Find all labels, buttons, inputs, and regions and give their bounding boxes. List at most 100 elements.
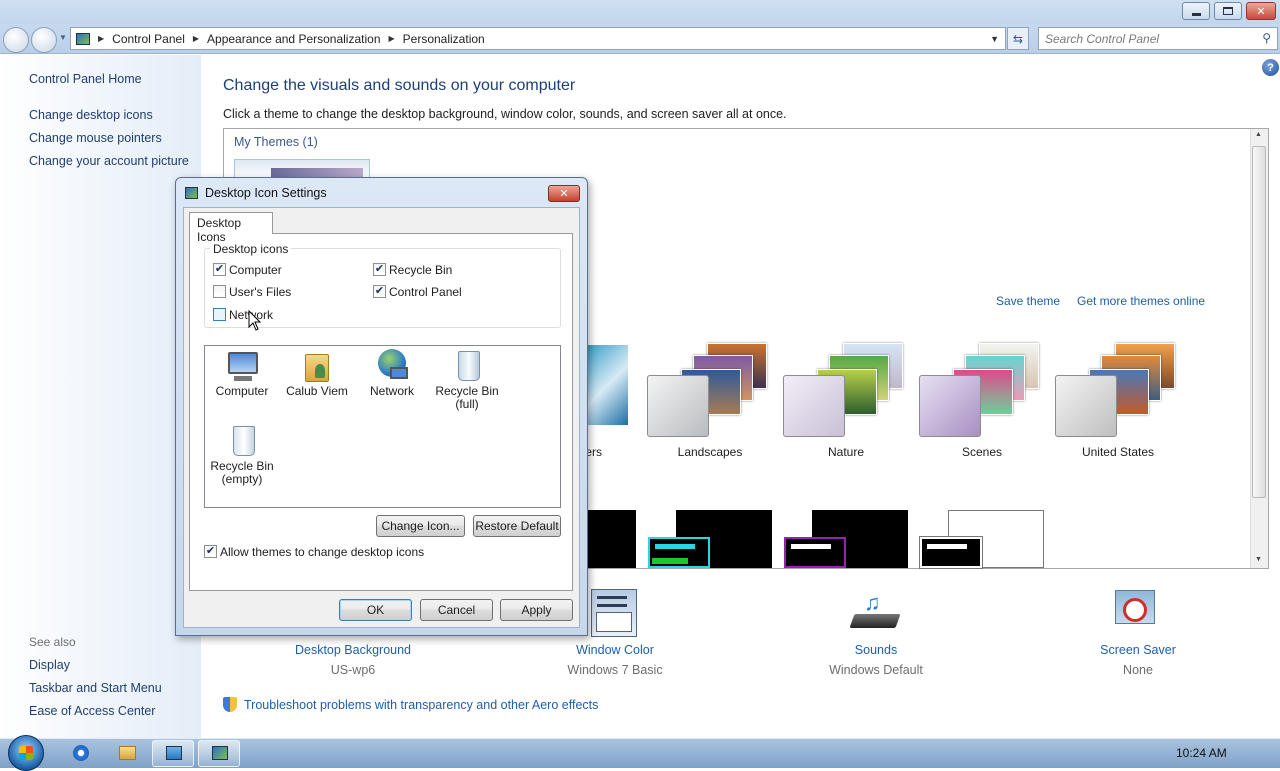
screen-saver-link[interactable]: Screen Saver	[1058, 643, 1218, 657]
users-files-checkbox[interactable]	[213, 285, 226, 298]
forward-button[interactable]	[31, 27, 57, 53]
hc-bar-icon	[791, 544, 831, 549]
my-themes-heading: My Themes (1)	[234, 135, 318, 149]
window-color-icon[interactable]	[591, 589, 637, 637]
restore-default-button[interactable]: Restore Default	[473, 515, 561, 537]
back-button[interactable]	[3, 27, 29, 53]
desktop-icons-group-label: Desktop icons	[210, 242, 292, 256]
change-icon-button[interactable]: Change Icon...	[376, 515, 465, 537]
computer-icon	[228, 352, 258, 374]
screen-saver-value: None	[1123, 663, 1153, 677]
recycle-bin-checkbox-label[interactable]: Recycle Bin	[389, 263, 452, 277]
minimize-button[interactable]	[1182, 2, 1210, 20]
address-bar[interactable]: ▶ Control Panel ▶ Appearance and Persona…	[70, 27, 1006, 50]
recycle-bin-full-icon	[458, 351, 480, 381]
address-dropdown-icon[interactable]: ▼	[990, 34, 999, 44]
breadcrumb-arrow-icon[interactable]: ▶	[98, 34, 104, 43]
breadcrumb-arrow-icon[interactable]: ▶	[389, 34, 395, 43]
theme-tile-nature[interactable]	[781, 343, 906, 439]
control-panel-home-link[interactable]: Control Panel Home	[29, 72, 142, 86]
computer-checkbox[interactable]: ✔	[213, 263, 226, 276]
network-icon-item[interactable]	[376, 349, 410, 383]
help-icon[interactable]: ?	[1262, 59, 1279, 76]
change-desktop-icons-link[interactable]: Change desktop icons	[29, 108, 153, 122]
icon-label-computer[interactable]: Computer	[202, 385, 282, 398]
shield-icon	[223, 697, 237, 712]
icon-label-network[interactable]: Network	[352, 385, 432, 398]
close-icon: ✕	[559, 188, 569, 200]
user-files-icon-item[interactable]	[301, 350, 335, 384]
recycle-bin-empty-icon-item[interactable]	[231, 424, 257, 458]
search-input[interactable]: Search Control Panel ⚲	[1038, 27, 1278, 50]
apply-button[interactable]: Apply	[500, 599, 573, 621]
theme-thumbnail	[588, 345, 628, 425]
theme-tile-scenes[interactable]	[917, 343, 1042, 439]
control-panel-checkbox[interactable]: ✔	[373, 285, 386, 298]
close-button[interactable]: ✕	[1246, 2, 1276, 20]
users-files-checkbox-label[interactable]: User's Files	[229, 285, 291, 299]
icon-label-user-files[interactable]: Calub Viem	[277, 385, 357, 398]
high-contrast-theme-1[interactable]	[588, 510, 636, 568]
internet-explorer-icon	[73, 745, 89, 761]
scenes-front-icon	[919, 375, 981, 437]
theme-tile-partial[interactable]	[588, 345, 630, 425]
breadcrumb-control-panel[interactable]: Control Panel	[112, 32, 185, 46]
screen-saver-icon[interactable]	[1113, 588, 1159, 634]
start-button[interactable]	[8, 735, 44, 771]
icon-label-recycle-bin-full[interactable]: Recycle Bin (full)	[427, 385, 507, 411]
sounds-link[interactable]: Sounds	[796, 643, 956, 657]
display-link[interactable]: Display	[29, 658, 70, 672]
computer-checkbox-label[interactable]: Computer	[229, 263, 282, 277]
taskbar-ie-button[interactable]	[60, 740, 102, 767]
close-icon: ✕	[1256, 5, 1266, 18]
breadcrumb-appearance[interactable]: Appearance and Personalization	[207, 32, 380, 46]
high-contrast-window-icon	[648, 537, 710, 568]
allow-themes-checkbox[interactable]: ✔	[204, 545, 217, 558]
taskbar-explorer-button[interactable]	[106, 740, 148, 767]
taskbar-control-panel-button[interactable]	[198, 740, 240, 767]
theme-tile-landscapes[interactable]	[645, 343, 770, 439]
theme-caption-nature: Nature	[827, 445, 865, 459]
breadcrumb-arrow-icon[interactable]: ▶	[193, 34, 199, 43]
change-account-picture-link[interactable]: Change your account picture	[29, 154, 189, 168]
taskbar-clock[interactable]: 10:24 AM	[1176, 746, 1227, 760]
allow-themes-label[interactable]: Allow themes to change desktop icons	[220, 545, 424, 559]
window-color-pane-icon	[596, 612, 632, 632]
scroll-up-icon[interactable]: ▲	[1255, 131, 1262, 138]
theme-tile-united-states[interactable]	[1053, 343, 1178, 439]
change-mouse-pointers-link[interactable]: Change mouse pointers	[29, 131, 162, 145]
window-color-link[interactable]: Window Color	[535, 643, 695, 657]
hc-bar-icon	[652, 558, 688, 564]
monitor-icon	[390, 367, 408, 379]
landscape-front-icon	[647, 375, 709, 437]
icon-label-recycle-bin-empty[interactable]: Recycle Bin (empty)	[202, 460, 282, 486]
page-subtitle: Click a theme to change the desktop back…	[223, 107, 787, 121]
control-panel-checkbox-label[interactable]: Control Panel	[389, 285, 462, 299]
recycle-bin-full-icon-item[interactable]	[456, 349, 482, 383]
troubleshoot-link[interactable]: Troubleshoot problems with transparency …	[244, 698, 598, 712]
recent-pages-dropdown-icon[interactable]: ▼	[59, 33, 67, 42]
ease-of-access-link[interactable]: Ease of Access Center	[29, 704, 155, 718]
save-theme-link[interactable]: Save theme	[996, 294, 1060, 308]
my-theme-tile[interactable]	[234, 159, 370, 180]
desktop-background-link[interactable]: Desktop Background	[273, 643, 433, 657]
computer-icon-item[interactable]	[226, 350, 260, 384]
ok-button[interactable]: OK	[339, 599, 412, 621]
breadcrumb-personalization[interactable]: Personalization	[403, 32, 485, 46]
dialog-close-button[interactable]: ✕	[548, 185, 580, 202]
theme-caption-united-states: United States	[1081, 445, 1155, 459]
sounds-icon[interactable]: ♫	[849, 590, 901, 636]
scrollbar-thumb[interactable]	[1252, 146, 1266, 498]
hc-bar-icon	[655, 544, 695, 549]
restore-button[interactable]	[1214, 2, 1242, 20]
taskbar-app-button[interactable]	[152, 740, 194, 767]
taskbar-start-menu-link[interactable]: Taskbar and Start Menu	[29, 681, 162, 695]
recycle-bin-checkbox[interactable]: ✔	[373, 263, 386, 276]
scroll-down-icon[interactable]: ▼	[1255, 556, 1262, 563]
no-symbol-icon	[1123, 598, 1147, 622]
tab-desktop-icons[interactable]: Desktop Icons	[189, 212, 273, 244]
network-checkbox[interactable]	[213, 308, 226, 321]
refresh-button[interactable]: ⇆	[1007, 27, 1029, 50]
get-more-themes-link[interactable]: Get more themes online	[1077, 294, 1205, 308]
cancel-button[interactable]: Cancel	[420, 599, 493, 621]
